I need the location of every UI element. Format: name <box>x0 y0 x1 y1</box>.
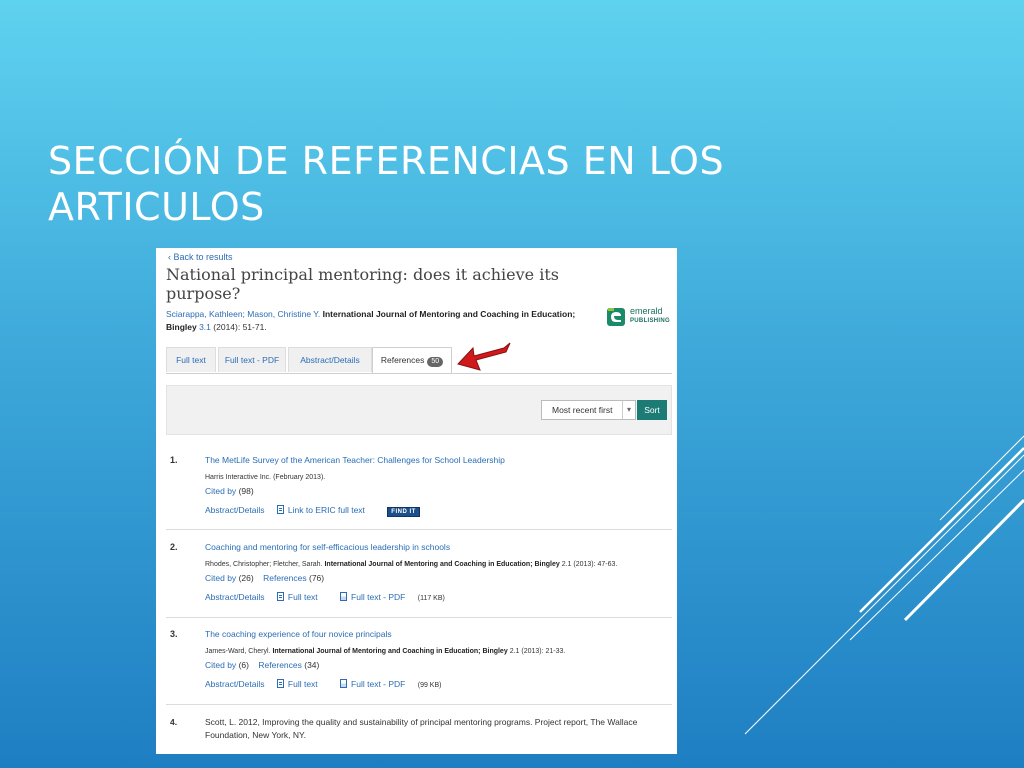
red-arrow-icon <box>457 342 511 371</box>
